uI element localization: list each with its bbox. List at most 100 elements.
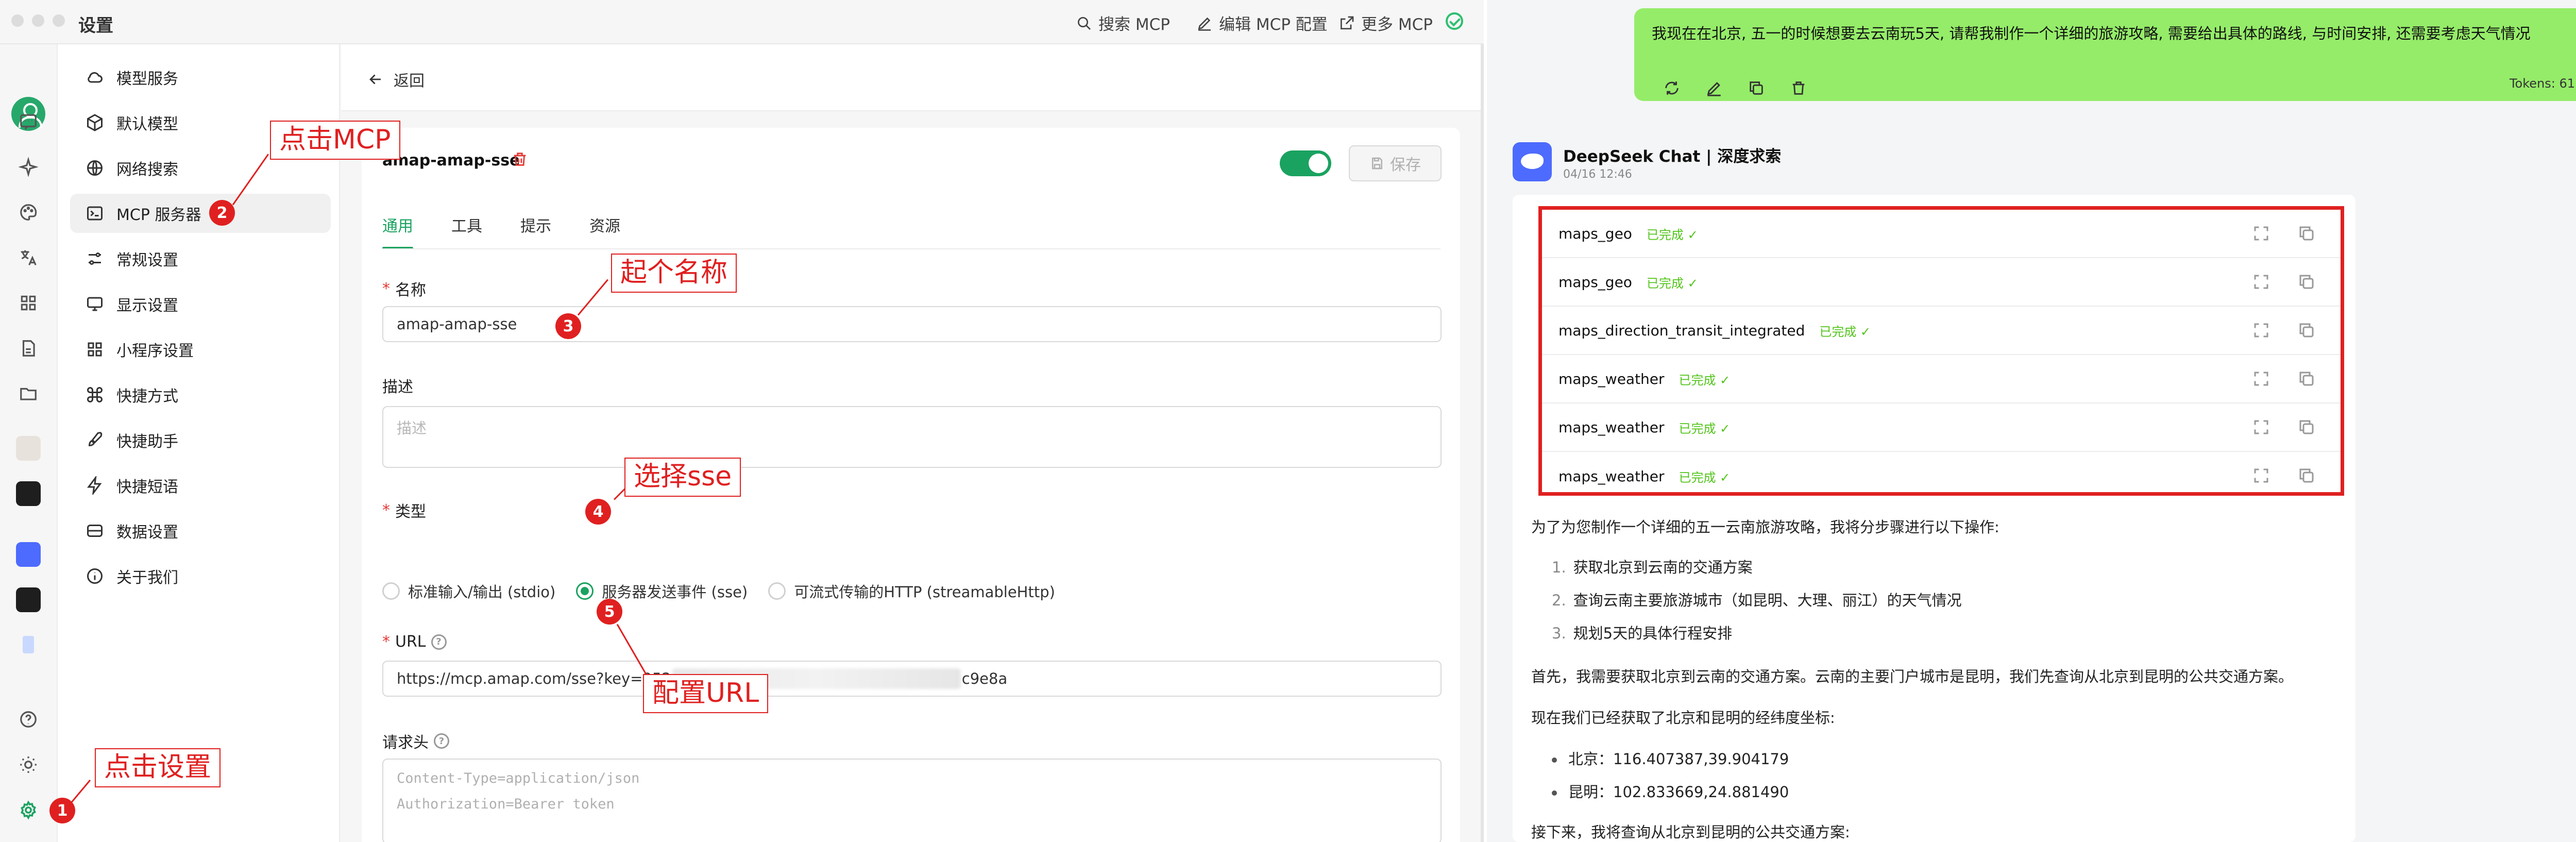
- tool-status: 已完成 ✓: [1679, 470, 1731, 485]
- url-field[interactable]: https://mcp.amap.com/sse?key=952 c9e8a: [382, 661, 1442, 697]
- document-icon[interactable]: [16, 336, 41, 361]
- description-label: 描述: [382, 378, 413, 396]
- cloud-icon: [88, 72, 103, 83]
- folder-icon[interactable]: [16, 381, 41, 406]
- tool-call-row[interactable]: maps_weather 已完成 ✓: [1542, 452, 2341, 500]
- window-zoom-button[interactable]: [53, 14, 65, 27]
- copy-icon[interactable]: [2297, 321, 2316, 340]
- nav-item-shortcuts[interactable]: 快捷方式: [70, 375, 331, 414]
- nav-item-label: 快捷短语: [116, 478, 178, 496]
- mini-app-k-icon[interactable]: [16, 481, 41, 506]
- nav-item-mcp-servers[interactable]: MCP 服务器: [70, 194, 331, 233]
- copy-icon[interactable]: [2297, 224, 2316, 243]
- tool-status: 已完成 ✓: [1819, 324, 1871, 339]
- tab-resources[interactable]: 资源: [589, 213, 620, 249]
- help-icon[interactable]: ?: [434, 733, 449, 749]
- refresh-icon[interactable]: [1663, 79, 1681, 97]
- help-icon[interactable]: [16, 707, 41, 732]
- apps-grid-icon[interactable]: [16, 291, 41, 315]
- assistant-timestamp: 04/16 12:46: [1563, 168, 1632, 181]
- window-close-button[interactable]: [11, 14, 24, 27]
- copy-icon[interactable]: [2297, 418, 2316, 436]
- annotation-badge: 1: [49, 798, 75, 823]
- save-label: 保存: [1390, 156, 1421, 174]
- radio-stdio[interactable]: 标准输入/输出 (stdio): [382, 580, 555, 602]
- back-button[interactable]: 返回: [367, 68, 425, 91]
- database-icon: [87, 525, 103, 537]
- mini-app-portrait-icon[interactable]: [16, 436, 41, 461]
- chat-icon[interactable]: [16, 109, 41, 134]
- radio-streamable-http[interactable]: 可流式传输的HTTP (streamableHttp): [768, 580, 1055, 602]
- tool-call-row[interactable]: maps_geo 已完成 ✓: [1542, 258, 2341, 307]
- sliders-icon: [89, 252, 101, 265]
- nav-item-display[interactable]: 显示设置: [70, 284, 331, 324]
- token-count: Tokens: 61: [2509, 76, 2575, 91]
- tool-call-row[interactable]: maps_geo 已完成 ✓: [1542, 210, 2341, 258]
- sun-icon[interactable]: [16, 752, 41, 777]
- answer-paragraph: 现在我们已经获取了北京和昆明的经纬度坐标:: [1531, 709, 1835, 727]
- save-button[interactable]: 保存: [1349, 145, 1442, 181]
- tool-status: 已完成 ✓: [1646, 227, 1698, 242]
- nav-item-label: 小程序设置: [116, 342, 194, 360]
- mini-app-doc-icon[interactable]: [23, 636, 34, 653]
- message-actions: [1663, 79, 1807, 97]
- nav-item-label: 模型服务: [116, 70, 178, 88]
- name-field[interactable]: amap-amap-sse: [382, 306, 1442, 342]
- edit-mcp-config-button[interactable]: 编辑 MCP 配置: [1196, 11, 1328, 35]
- nav-item-label: 网络搜索: [116, 161, 178, 179]
- expand-icon[interactable]: [2252, 466, 2270, 485]
- description-field[interactable]: 描述: [382, 406, 1442, 468]
- edit-icon[interactable]: [1705, 79, 1723, 97]
- copy-icon[interactable]: [2297, 273, 2316, 291]
- type-label: * 类型: [382, 501, 426, 521]
- mini-app-k2-icon[interactable]: [16, 587, 41, 612]
- assistant-name: DeepSeek Chat | 深度求索: [1563, 147, 1782, 166]
- tab-general[interactable]: 通用: [382, 213, 413, 249]
- window-minimize-button[interactable]: [32, 14, 44, 27]
- search-mcp-label: 搜索 MCP: [1098, 15, 1170, 34]
- copy-icon[interactable]: [2297, 466, 2316, 485]
- tab-tools[interactable]: 工具: [451, 213, 482, 249]
- nav-item-about[interactable]: 关于我们: [70, 557, 331, 596]
- coord-item: 北京：116.407387,39.904179: [1552, 747, 1789, 769]
- tool-name: maps_weather: [1558, 370, 1665, 388]
- search-mcp-button[interactable]: 搜索 MCP: [1076, 11, 1170, 35]
- expand-icon[interactable]: [2252, 321, 2270, 340]
- annotation-badge: 4: [585, 499, 611, 525]
- sparkle-icon[interactable]: [16, 155, 41, 179]
- expand-icon[interactable]: [2252, 273, 2270, 291]
- search-icon: [1078, 16, 1091, 30]
- nav-item-label: 关于我们: [116, 569, 178, 587]
- nav-item-quick-phrases[interactable]: 快捷短语: [70, 466, 331, 505]
- tab-prompts[interactable]: 提示: [520, 213, 551, 249]
- title-bar: 设置 搜索 MCP 编辑 MCP 配置 更多 MCP: [0, 0, 1484, 44]
- zap-icon: [87, 476, 102, 495]
- tool-call-row[interactable]: maps_direction_transit_integrated 已完成 ✓: [1542, 307, 2341, 355]
- tool-call-row[interactable]: maps_weather 已完成 ✓: [1542, 403, 2341, 452]
- delete-icon[interactable]: [511, 150, 529, 168]
- headers-field[interactable]: Content-Type=application/json Authorizat…: [382, 759, 1442, 842]
- translate-icon[interactable]: [16, 245, 41, 270]
- edit-mcp-config-label: 编辑 MCP 配置: [1219, 15, 1328, 34]
- expand-icon[interactable]: [2252, 369, 2270, 388]
- nav-item-data[interactable]: 数据设置: [70, 511, 331, 550]
- nav-item-model-service[interactable]: 模型服务: [70, 58, 331, 97]
- tool-call-row[interactable]: maps_weather 已完成 ✓: [1542, 355, 2341, 403]
- expand-icon[interactable]: [2252, 418, 2270, 436]
- server-enable-toggle[interactable]: [1280, 150, 1331, 176]
- palette-icon[interactable]: [16, 200, 41, 225]
- copy-icon[interactable]: [1748, 79, 1765, 97]
- expand-icon[interactable]: [2252, 224, 2270, 243]
- settings-gear-icon[interactable]: [16, 798, 41, 822]
- nav-item-general[interactable]: 常规设置: [70, 239, 331, 278]
- nav-item-quick-assistant[interactable]: 快捷助手: [70, 420, 331, 460]
- help-icon[interactable]: ?: [431, 634, 447, 650]
- nav-item-mini-apps[interactable]: 小程序设置: [70, 330, 331, 369]
- trash-icon[interactable]: [1790, 79, 1807, 97]
- more-mcp-button[interactable]: 更多 MCP: [1338, 11, 1433, 35]
- annotation-label: 选择sse: [624, 458, 741, 497]
- name-label: * 名称: [382, 279, 426, 300]
- copy-icon[interactable]: [2297, 369, 2316, 388]
- radio-sse[interactable]: 服务器发送事件 (sse): [576, 580, 748, 602]
- mini-app-deepseek-icon[interactable]: [16, 542, 41, 567]
